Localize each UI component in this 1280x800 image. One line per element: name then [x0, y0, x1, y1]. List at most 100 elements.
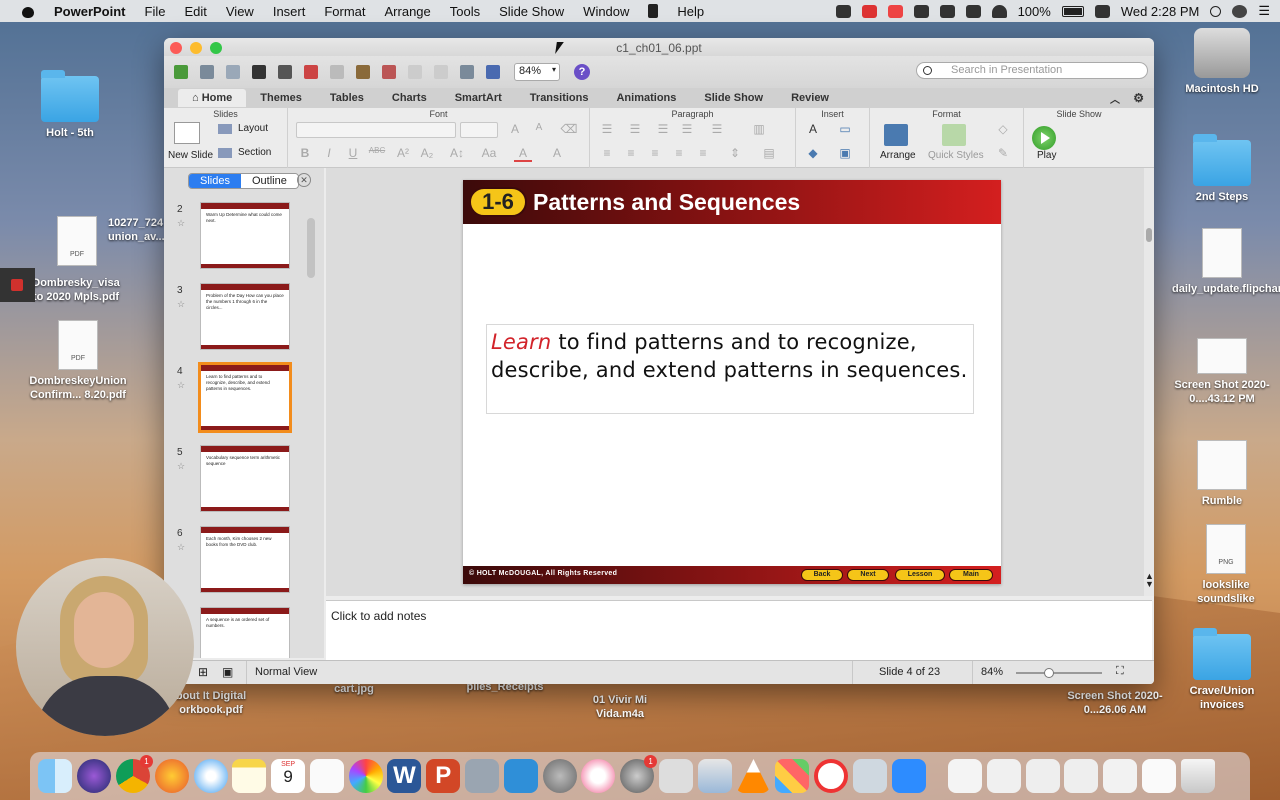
picture-icon[interactable]: ▭ [836, 122, 854, 138]
numbering-button[interactable]: ☰ [626, 122, 644, 138]
screenshot-stack-icon[interactable] [986, 759, 1021, 793]
menu-edit[interactable]: Edit [184, 4, 206, 19]
lesson-nav-button[interactable]: Lesson [895, 569, 945, 581]
chrome-file-icon[interactable] [1141, 759, 1176, 793]
media-browser-button[interactable] [482, 62, 504, 82]
powerpoint-icon[interactable]: P [426, 759, 461, 793]
tab-charts[interactable]: Charts [378, 89, 441, 107]
slide-thumbnail[interactable]: A sequence is an ordered set of numbers. [200, 607, 290, 658]
zoom-slider[interactable] [1016, 668, 1102, 678]
redo-button[interactable] [430, 62, 452, 82]
launchpad-icon[interactable] [542, 759, 577, 793]
tab-slides[interactable]: Slides [189, 174, 241, 188]
decrease-indent-button[interactable]: ☰ [654, 122, 672, 138]
desktop-folder-holt[interactable]: Holt - 5th [20, 70, 120, 140]
slides-pane-scrollbar[interactable] [307, 218, 315, 278]
menu-tools[interactable]: Tools [450, 4, 480, 19]
undo-button[interactable] [404, 62, 426, 82]
menu-window[interactable]: Window [583, 4, 629, 19]
safari-icon[interactable] [193, 759, 228, 793]
menu-app-name[interactable]: PowerPoint [54, 4, 126, 19]
open-button[interactable] [222, 62, 244, 82]
notification-center-icon[interactable]: ☰ [1258, 3, 1270, 19]
clear-formatting-button[interactable]: ⌫ [560, 122, 578, 138]
text-effects-button[interactable]: A [548, 146, 566, 162]
window-titlebar[interactable]: c1_ch01_06.ppt [164, 38, 1154, 56]
editor-scroll-thumb[interactable] [1146, 228, 1152, 242]
font-name-select[interactable] [296, 122, 456, 138]
disk-utility-icon[interactable] [697, 759, 732, 793]
slide-body-textbox[interactable]: Learn to find patterns and to recognize,… [486, 324, 974, 414]
zoom-icon[interactable] [891, 759, 926, 793]
slide-thumbnail[interactable]: Warm Up Determine what could come next. [200, 202, 290, 269]
menu-file[interactable]: File [145, 4, 166, 19]
next-nav-button[interactable]: Next [847, 569, 889, 581]
app-grid-icon[interactable] [775, 759, 810, 793]
section-button[interactable]: Section [238, 147, 271, 158]
desktop-cart-jpg[interactable]: cart.jpg [304, 682, 404, 696]
screenshot-tool-icon[interactable] [887, 4, 903, 18]
chrome-icon[interactable]: 1 [115, 755, 153, 793]
superscript-button[interactable]: A² [394, 146, 412, 162]
slide-thumbnail[interactable]: Vocabulary sequence term arithmetic sequ… [200, 445, 290, 512]
notes-icon[interactable] [232, 759, 267, 793]
screenshot-stack-2-icon[interactable] [1103, 759, 1138, 793]
zoom-select[interactable]: 84% ▾ [514, 63, 560, 81]
help-icon[interactable]: ? [574, 64, 590, 80]
print-button[interactable] [274, 62, 296, 82]
grow-font-button[interactable]: A [506, 122, 524, 138]
menu-view[interactable]: View [226, 4, 254, 19]
align-text-button[interactable]: ▤ [760, 146, 778, 162]
play-button[interactable]: Play [1037, 150, 1056, 161]
save-button[interactable] [248, 62, 270, 82]
zoom-slider-knob[interactable] [1043, 668, 1054, 678]
close-pane-icon[interactable]: ✕ [297, 173, 311, 187]
align-center-button[interactable]: ≡ [622, 146, 640, 162]
tab-review[interactable]: Review [777, 89, 843, 107]
music-icon[interactable] [581, 759, 616, 793]
current-slide[interactable]: 1-6 Patterns and Sequences Learn to find… [463, 180, 1001, 584]
prev-next-slide-icon[interactable]: ▲ ▼ [1145, 572, 1154, 589]
desktop-pdf-visa[interactable]: Dombresky_visa to 2020 Mpls.pdf [26, 276, 126, 304]
menu-format[interactable]: Format [324, 4, 365, 19]
desktop-pdf-confirm[interactable]: PDF DombreskeyUnion Confirm... 8.20.pdf [28, 320, 128, 402]
normal-view-icon[interactable]: ⊞ [198, 665, 208, 679]
layout-button[interactable]: Layout [238, 123, 268, 134]
subscript-button[interactable]: A₂ [418, 146, 436, 162]
align-left-button[interactable]: ≡ [598, 146, 616, 162]
new-presentation-button[interactable] [170, 62, 192, 82]
screenshot-icon[interactable] [658, 759, 693, 793]
tab-tables[interactable]: Tables [316, 89, 378, 107]
search-input[interactable]: Search in Presentation [916, 62, 1148, 79]
desktop-folder-crave[interactable]: Crave/Union invoices [1172, 628, 1272, 712]
desktop-pdf-icon-union-av[interactable]: PDF [27, 216, 127, 270]
slide-sorter-button[interactable] [456, 62, 478, 82]
photos-icon[interactable] [348, 759, 383, 793]
pages-icon[interactable] [503, 759, 538, 793]
wifi-icon[interactable] [991, 4, 1007, 18]
slide-thumbnail-selected[interactable]: Learn to find patterns and to recognize,… [198, 362, 292, 433]
record-stop-icon[interactable] [11, 279, 23, 291]
shape-icon[interactable]: ◆ [804, 146, 822, 162]
preview-icon[interactable] [852, 759, 887, 793]
slideshow-view-icon[interactable]: ▣ [222, 665, 233, 679]
new-slide-icon[interactable] [174, 122, 200, 144]
menu-arrange[interactable]: Arrange [385, 4, 431, 19]
text-box-icon[interactable]: A [804, 122, 822, 138]
gear-icon[interactable]: ⚙ [1133, 91, 1144, 105]
cut-button[interactable] [300, 62, 322, 82]
thumbnail-row[interactable]: 3 ☆ Problem of the Day How can you place… [172, 279, 312, 360]
thumbnail-row[interactable]: 4 ☆ Learn to find patterns and to recogn… [172, 360, 312, 441]
menu-help[interactable]: Help [677, 4, 704, 19]
documents-stack-icon[interactable] [947, 759, 982, 793]
shrink-font-button[interactable]: A [530, 122, 548, 138]
font-color-button[interactable]: A [514, 146, 532, 162]
printer-icon[interactable] [939, 4, 955, 18]
strikethrough-button[interactable]: ABC [368, 146, 386, 162]
format-painter-button[interactable] [378, 62, 400, 82]
reminders-icon[interactable] [309, 759, 344, 793]
paste-button[interactable] [352, 62, 374, 82]
change-case-button[interactable]: A↕ [448, 146, 466, 162]
vlc-icon[interactable] [736, 759, 771, 793]
tab-home[interactable]: Home [178, 89, 247, 107]
